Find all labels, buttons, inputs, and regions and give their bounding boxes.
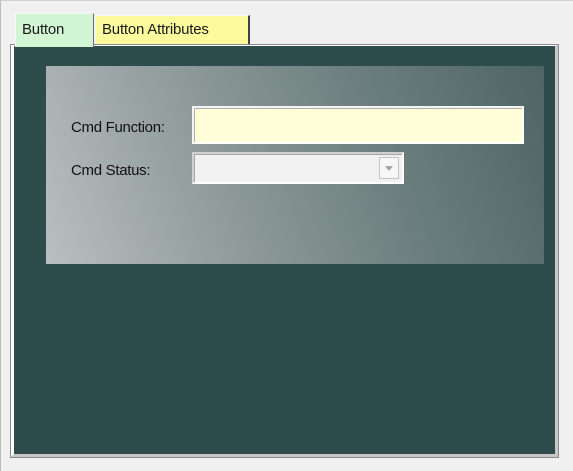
- tab-button-label: Button: [22, 21, 65, 38]
- window: Button Button Attributes Cmd Function: C…: [0, 0, 573, 471]
- cmd-function-label: Cmd Function:: [71, 119, 165, 136]
- cmd-status-label: Cmd Status:: [71, 162, 151, 179]
- tab-button[interactable]: Button: [15, 13, 94, 47]
- cmd-function-input[interactable]: [192, 106, 524, 144]
- tab-button-attributes[interactable]: Button Attributes: [95, 15, 250, 45]
- cmd-status-dropdown-button[interactable]: [379, 157, 399, 179]
- chevron-down-icon: [385, 166, 393, 171]
- tab-button-attributes-label: Button Attributes: [102, 21, 209, 38]
- cmd-status-select[interactable]: [192, 152, 404, 184]
- command-group-box: Cmd Function: Cmd Status:: [46, 66, 544, 264]
- tab-panel: Cmd Function: Cmd Status:: [10, 44, 559, 458]
